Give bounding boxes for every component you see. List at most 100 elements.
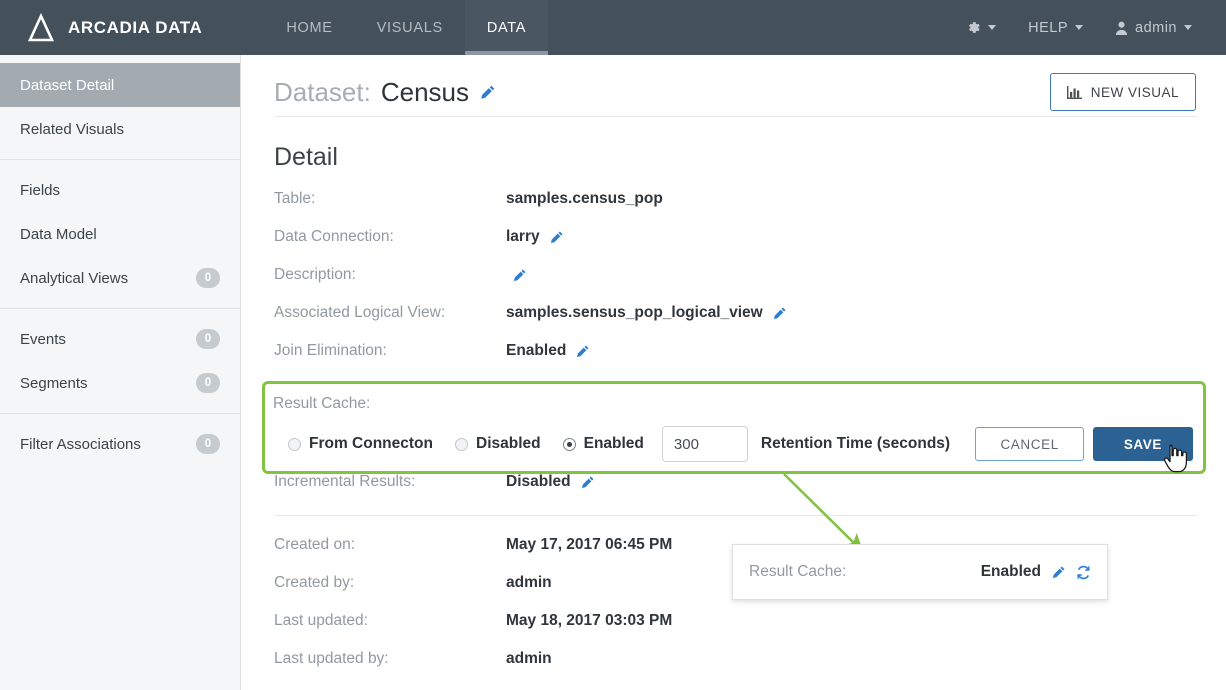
help-menu[interactable]: HELP: [1014, 0, 1097, 55]
detail-row-label: Associated Logical View:: [274, 304, 446, 321]
new-visual-button-label: NEW VISUAL: [1090, 84, 1179, 100]
pencil-icon[interactable]: [772, 306, 787, 321]
detail-row-data-connection: Data Connection: larry: [274, 218, 1226, 256]
sidebar: Dataset Detail Related Visuals Fields Da…: [0, 55, 241, 690]
top-navigation-bar: ARCADIA DATA HOME VISUALS DATA HELP admi…: [0, 0, 1226, 55]
sidebar-item-label: Fields: [20, 181, 61, 199]
cancel-button[interactable]: CANCEL: [975, 427, 1084, 461]
meta-row-value: admin: [506, 650, 552, 667]
radio-from-connection[interactable]: From Connecton: [288, 435, 433, 453]
user-menu[interactable]: admin: [1101, 0, 1206, 55]
callout-value: Enabled: [980, 563, 1041, 580]
sidebar-item-fields[interactable]: Fields: [0, 168, 240, 212]
radio-enabled[interactable]: Enabled: [562, 435, 644, 453]
result-cache-actions: CANCEL SAVE: [975, 427, 1193, 461]
radio-indicator[interactable]: [562, 437, 576, 451]
radio-indicator[interactable]: [288, 437, 301, 451]
sidebar-item-label: Events: [20, 330, 66, 348]
pencil-icon[interactable]: [575, 344, 590, 359]
nav-item-data[interactable]: DATA: [464, 0, 549, 55]
result-cache-callout: Result Cache: Enabled: [732, 544, 1108, 600]
meta-row-value: May 18, 2017 03:03 PM: [506, 612, 673, 629]
detail-row-label: Join Elimination:: [274, 342, 387, 359]
meta-row-last-updated: Last updated: May 18, 2017 03:03 PM: [274, 602, 1226, 640]
sidebar-item-segments[interactable]: Segments 0: [0, 361, 240, 405]
result-cache-editor: Result Cache: From Connecton Disabled En…: [262, 381, 1206, 474]
detail-row-value: samples.census_pop: [506, 190, 663, 207]
retention-time-input[interactable]: [661, 426, 748, 462]
new-visual-button[interactable]: NEW VISUAL: [1049, 73, 1196, 111]
radio-disabled[interactable]: Disabled: [455, 435, 541, 453]
pencil-icon[interactable]: [1051, 565, 1066, 580]
help-label: HELP: [1028, 19, 1068, 36]
sidebar-item-data-model[interactable]: Data Model: [0, 212, 240, 256]
nav-item-home-label: HOME: [286, 19, 333, 36]
bar-chart-icon: [1066, 85, 1082, 99]
meta-row-last-updated-by: Last updated by: admin: [274, 640, 1226, 678]
pencil-icon[interactable]: [512, 268, 527, 283]
page-header: Dataset: Census NEW VISUAL: [242, 55, 1226, 117]
detail-row-label: Incremental Results:: [274, 473, 416, 490]
meta-row-label: Created on:: [274, 536, 355, 553]
detail-row-label: Table:: [274, 190, 316, 207]
settings-menu[interactable]: [952, 0, 1010, 55]
detail-row-value: larry: [506, 228, 540, 245]
sidebar-item-dataset-detail[interactable]: Dataset Detail: [0, 63, 240, 107]
detail-row-value: samples.sensus_pop_logical_view: [506, 304, 763, 321]
nav-item-visuals-label: VISUALS: [376, 19, 443, 36]
detail-row-value: Enabled: [506, 342, 567, 359]
result-cache-controls: From Connecton Disabled Enabled Retentio…: [288, 426, 1193, 462]
nav-item-home[interactable]: HOME: [264, 0, 354, 55]
brand-logo-area[interactable]: ARCADIA DATA: [0, 0, 202, 55]
pencil-icon[interactable]: [580, 475, 595, 490]
detail-row-table: Table: samples.census_pop: [274, 180, 1226, 218]
callout-value-wrap: Enabled: [981, 563, 1091, 581]
sidebar-item-events[interactable]: Events 0: [0, 317, 240, 361]
chevron-down-icon: [988, 25, 997, 30]
pencil-icon[interactable]: [549, 230, 564, 245]
detail-row-label: Data Connection:: [274, 228, 394, 245]
sidebar-item-analytical-views[interactable]: Analytical Views 0: [0, 256, 240, 300]
radio-indicator[interactable]: [455, 437, 468, 451]
sidebar-badge-segments: 0: [196, 373, 220, 393]
sidebar-item-label: Analytical Views: [20, 269, 129, 287]
sidebar-badge-analytical-views: 0: [196, 268, 220, 288]
page-title-value: Census: [380, 77, 469, 107]
radio-label: From Connecton: [309, 435, 433, 452]
top-nav-right: HELP admin: [952, 0, 1226, 55]
sidebar-item-label: Data Model: [20, 225, 97, 243]
detail-row-value-wrap: [506, 268, 527, 283]
sidebar-badge-events: 0: [196, 329, 220, 349]
sidebar-item-label: Segments: [20, 374, 88, 392]
detail-row-value-wrap: larry: [506, 228, 564, 246]
meta-row-value: May 17, 2017 06:45 PM: [506, 536, 673, 553]
person-icon: [1115, 21, 1128, 35]
retention-time-label: Retention Time (seconds): [760, 435, 951, 452]
user-label: admin: [1135, 19, 1177, 36]
nav-item-visuals[interactable]: VISUALS: [355, 0, 465, 55]
radio-label: Disabled: [476, 435, 541, 452]
triangle-logo-icon: [27, 12, 55, 41]
callout-label: Result Cache:: [749, 563, 847, 580]
pencil-icon[interactable]: [479, 84, 496, 101]
detail-row-value-wrap: Enabled: [506, 342, 590, 360]
meta-row-value: admin: [506, 574, 552, 591]
save-button[interactable]: SAVE: [1092, 427, 1193, 461]
refresh-icon[interactable]: [1076, 565, 1091, 580]
sidebar-group-4: Filter Associations 0: [0, 414, 240, 474]
sidebar-item-filter-associations[interactable]: Filter Associations 0: [0, 422, 240, 466]
sidebar-item-related-visuals[interactable]: Related Visuals: [0, 107, 240, 151]
main-nav: HOME VISUALS DATA: [264, 0, 549, 55]
detail-row-value-wrap: samples.sensus_pop_logical_view: [506, 304, 787, 322]
sidebar-group-2: Fields Data Model Analytical Views 0: [0, 160, 240, 309]
brand-name: ARCADIA DATA: [68, 17, 203, 37]
page-title-label: Dataset:: [274, 77, 371, 107]
detail-row-join-elimination: Join Elimination: Enabled: [274, 332, 1226, 370]
sidebar-group-1: Dataset Detail Related Visuals: [0, 55, 240, 160]
sidebar-item-label: Filter Associations: [20, 435, 141, 453]
sidebar-item-label: Related Visuals: [20, 120, 124, 138]
detail-row-label: Description:: [274, 266, 356, 283]
radio-label: Enabled: [583, 435, 644, 452]
section-heading: Detail: [274, 143, 338, 171]
meta-row-label: Created by:: [274, 574, 355, 591]
